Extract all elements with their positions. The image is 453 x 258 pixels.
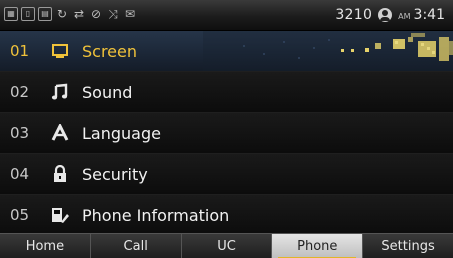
- music-note-icon: [50, 82, 70, 102]
- lock-icon: [50, 164, 70, 184]
- clock: AM 3:41: [398, 7, 445, 23]
- phone-lock-icon: ▯: [21, 7, 35, 21]
- missed-call-icon: ⤨: [108, 7, 118, 21]
- phone-screen: ▦ ▯ ▤ ↻ ⇄ ⊘ ⤨ ✉ 3210 AM 3:41 01 Screen 0…: [0, 0, 453, 258]
- menu-item-number: 04: [10, 165, 30, 183]
- menu-item-security[interactable]: 04 Security: [0, 154, 453, 195]
- menu-item-label: Screen: [82, 41, 138, 61]
- status-icons: ▦ ▯ ▤ ↻ ⇄ ⊘ ⤨ ✉: [4, 7, 137, 21]
- tab-label: Phone: [297, 239, 338, 254]
- pixel-pattern-decoration: [203, 31, 453, 71]
- call-transfer-icon: ⇄: [73, 7, 85, 21]
- dnd-icon: ⊘: [90, 7, 102, 21]
- tab-label: UC: [217, 239, 236, 254]
- menu-item-label: Language: [82, 123, 161, 143]
- tab-home[interactable]: Home: [0, 234, 91, 258]
- extension-number: 3210: [335, 7, 373, 23]
- menu-item-label: Phone Information: [82, 205, 230, 225]
- menu-item-number: 01: [10, 42, 30, 60]
- user-icon: [378, 8, 393, 22]
- tab-uc[interactable]: UC: [182, 234, 273, 258]
- menu-item-number: 03: [10, 124, 30, 142]
- menu-item-number: 05: [10, 206, 30, 224]
- status-bar: ▦ ▯ ▤ ↻ ⇄ ⊘ ⤨ ✉ 3210 AM 3:41: [0, 0, 453, 31]
- status-right: 3210 AM 3:41: [335, 0, 445, 30]
- menu-item-screen[interactable]: 01 Screen: [0, 31, 453, 72]
- menu-item-number: 02: [10, 83, 30, 101]
- tab-call[interactable]: Call: [91, 234, 182, 258]
- tab-label: Settings: [381, 239, 435, 254]
- bottom-tab-bar: Home Call UC Phone Settings: [0, 233, 453, 258]
- time-label: 3:41: [413, 7, 445, 23]
- network-icon: ▦: [4, 7, 18, 21]
- tab-label: Call: [123, 239, 148, 254]
- message-icon: ✉: [124, 7, 136, 21]
- keypad-lock-icon: ▤: [38, 7, 52, 21]
- language-icon: [50, 123, 70, 143]
- menu-item-label: Sound: [82, 82, 133, 102]
- menu-item-label: Security: [82, 164, 148, 184]
- tab-phone[interactable]: Phone: [272, 234, 364, 258]
- ampm-label: AM: [398, 12, 411, 21]
- call-forward-icon: ↻: [56, 7, 68, 21]
- tab-label: Home: [25, 239, 65, 254]
- menu-item-sound[interactable]: 02 Sound: [0, 72, 453, 113]
- phone-settings-menu: 01 Screen 02 Sound 03 Language 04 Securi…: [0, 31, 453, 236]
- menu-item-phone-information[interactable]: 05 Phone Information: [0, 195, 453, 236]
- screen-icon: [50, 41, 70, 61]
- menu-item-language[interactable]: 03 Language: [0, 113, 453, 154]
- phone-info-icon: [50, 205, 70, 225]
- tab-settings[interactable]: Settings: [363, 234, 453, 258]
